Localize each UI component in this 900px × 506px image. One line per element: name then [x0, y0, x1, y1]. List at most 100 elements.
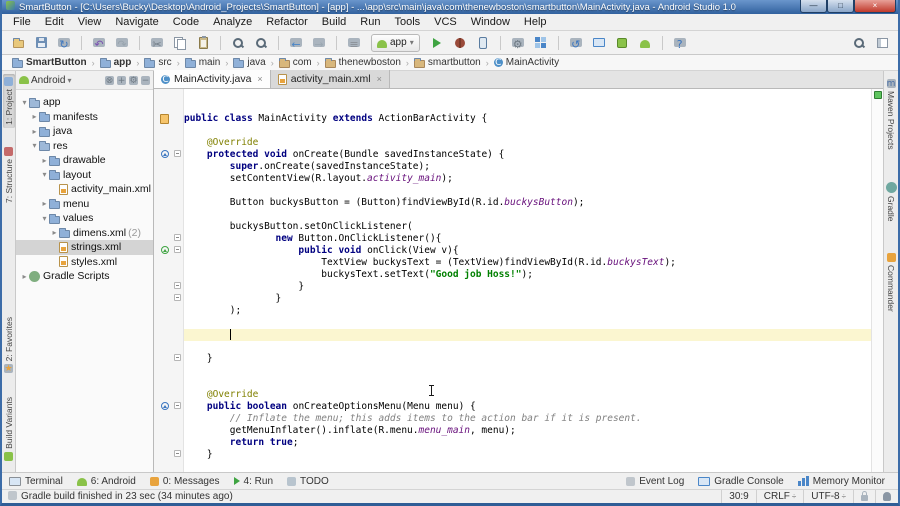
fold-marker-icon[interactable]	[174, 234, 181, 241]
tree-closed-arrow-icon[interactable]: ▸	[20, 272, 29, 281]
code-line-1[interactable]	[184, 101, 871, 113]
tree-item-gradle-scripts[interactable]: ▸ Gradle Scripts	[16, 269, 153, 284]
open-button[interactable]	[8, 33, 28, 53]
toolwindow-button-build-variants[interactable]: Build Variants	[3, 394, 15, 464]
project-mode-selector[interactable]: Android	[31, 75, 65, 86]
breadcrumb-item-smartbutton[interactable]: smartbutton	[412, 57, 483, 68]
code-line-8[interactable]	[184, 185, 871, 197]
tool-button-6-android[interactable]: 6: Android	[70, 476, 143, 487]
code-line-31[interactable]	[184, 461, 871, 472]
run-button[interactable]	[427, 33, 447, 53]
debug-button[interactable]	[450, 33, 470, 53]
code-line-10[interactable]	[184, 209, 871, 221]
sync-button[interactable]: ↻	[54, 33, 74, 53]
paste-button[interactable]	[193, 33, 213, 53]
code-line-23[interactable]	[184, 365, 871, 377]
sdk-manager-button[interactable]	[612, 33, 632, 53]
menu-code[interactable]: Code	[166, 15, 206, 29]
line-separator-widget[interactable]: CRLF ÷	[755, 490, 804, 503]
maximize-button[interactable]: □	[827, 0, 854, 13]
fold-end-marker-icon[interactable]	[174, 282, 181, 289]
tree-item-app[interactable]: ▾ app	[16, 95, 153, 110]
help-button[interactable]: ?	[670, 33, 690, 53]
code-line-25[interactable]: @Override	[184, 389, 871, 401]
minimize-button[interactable]: —	[800, 0, 827, 13]
editor-tab-activity_main-xml[interactable]: activity_main.xml ×	[270, 70, 390, 88]
fold-marker-icon[interactable]	[174, 246, 181, 253]
toolwindow-button-maven-projects[interactable]: m Maven Projects	[885, 76, 897, 153]
code-line-16[interactable]: }	[184, 281, 871, 293]
fold-end-marker-icon[interactable]	[174, 354, 181, 361]
title-bar[interactable]: SmartButton - [C:\Users\Bucky\Desktop\An…	[2, 0, 898, 14]
code-line-6[interactable]: super.onCreate(savedInstanceState);	[184, 161, 871, 173]
code-line-11[interactable]: buckysButton.setOnClickListener(	[184, 221, 871, 233]
tree-item-java[interactable]: ▸ java	[16, 124, 153, 139]
menu-window[interactable]: Window	[464, 15, 517, 29]
tree-closed-arrow-icon[interactable]: ▸	[30, 112, 39, 121]
code-line-28[interactable]: getMenuInflater().inflate(R.menu.menu_ma…	[184, 425, 871, 437]
menu-build[interactable]: Build	[315, 15, 353, 29]
fold-end-marker-icon[interactable]	[174, 450, 181, 457]
run-configuration-dropdown[interactable]: app ▾	[371, 33, 420, 52]
close-button[interactable]: ×	[854, 0, 896, 13]
tool-button-todo[interactable]: TODO	[280, 476, 336, 487]
toolwindow-button-gradle[interactable]: Gradle	[885, 179, 898, 225]
tree-open-arrow-icon[interactable]: ▾	[30, 141, 39, 150]
sync-gradle-button[interactable]: ↺	[566, 33, 586, 53]
readonly-lock-widget[interactable]	[853, 490, 875, 503]
toolwindow-button-2-favorites[interactable]: 2: Favorites ★	[3, 314, 15, 376]
tool-button-event-log[interactable]: Event Log	[619, 476, 691, 487]
cut-button[interactable]: ✂	[147, 33, 167, 53]
breadcrumb-item-smartbutton[interactable]: SmartButton	[10, 57, 89, 68]
save-button[interactable]	[31, 33, 51, 53]
tree-open-arrow-icon[interactable]: ▾	[40, 170, 49, 179]
fold-end-marker-icon[interactable]	[174, 294, 181, 301]
code-line-3[interactable]	[184, 125, 871, 137]
toolwindow-button-1-project[interactable]: 1: Project	[2, 74, 15, 128]
forward-button[interactable]: →	[309, 33, 329, 53]
tree-item-values[interactable]: ▾ values	[16, 211, 153, 226]
tree-closed-arrow-icon[interactable]: ▸	[30, 127, 39, 136]
tree-open-arrow-icon[interactable]: ▾	[40, 214, 49, 223]
tree-item-layout[interactable]: ▾ layout	[16, 168, 153, 183]
code-line-26[interactable]: public boolean onCreateOptionsMenu(Menu …	[184, 401, 871, 413]
code-line-22[interactable]: }	[184, 353, 871, 365]
back-button[interactable]: ←	[286, 33, 306, 53]
editor-gutter[interactable]	[154, 89, 184, 472]
code-line-14[interactable]: TextView buckysText = (TextView)findView…	[184, 257, 871, 269]
tree-item-res[interactable]: ▾ res	[16, 139, 153, 154]
tree-closed-arrow-icon[interactable]: ▸	[40, 199, 49, 208]
tree-closed-arrow-icon[interactable]: ▸	[50, 228, 59, 237]
sort-lines-button[interactable]: ≡	[344, 33, 364, 53]
menu-vcs[interactable]: VCS	[427, 15, 464, 29]
tool-button-terminal[interactable]: Terminal	[2, 476, 70, 487]
editor[interactable]: public class MainActivity extends Action…	[154, 89, 883, 472]
toolwindow-button-7-structure[interactable]: 7: Structure	[3, 144, 15, 206]
collapse-all-button[interactable]: ⊗	[105, 75, 114, 86]
tree-item-activity_main-xml[interactable]: activity_main.xml	[16, 182, 153, 197]
hector-inspector-widget[interactable]	[875, 490, 898, 503]
tree-item-manifests[interactable]: ▸ manifests	[16, 110, 153, 125]
breadcrumb-item-thenewboston[interactable]: thenewboston	[323, 57, 403, 68]
inspection-status-square[interactable]	[874, 91, 882, 99]
menu-refactor[interactable]: Refactor	[259, 15, 315, 29]
menu-file[interactable]: File	[6, 15, 38, 29]
breadcrumb-item-com[interactable]: com	[277, 57, 314, 68]
search-button[interactable]	[849, 33, 869, 53]
tool-button-4-run[interactable]: 4: Run	[227, 476, 280, 487]
encoding-widget[interactable]: UTF-8 ÷	[803, 490, 853, 503]
code-line-4[interactable]: @Override	[184, 137, 871, 149]
tree-item-strings-xml[interactable]: strings.xml	[16, 240, 153, 255]
code-line-19[interactable]	[184, 317, 871, 329]
code-line-24[interactable]	[184, 377, 871, 389]
code-line-0[interactable]	[184, 89, 871, 101]
code-line-17[interactable]: }	[184, 293, 871, 305]
code-line-30[interactable]: }	[184, 449, 871, 461]
tool-button-memory-monitor[interactable]: Memory Monitor	[791, 476, 892, 487]
tree-closed-arrow-icon[interactable]: ▸	[40, 156, 49, 165]
tab-close-icon[interactable]: ×	[377, 74, 382, 84]
settings-button[interactable]: ⚙	[508, 33, 528, 53]
breadcrumb-item-app[interactable]: app	[98, 57, 134, 68]
avd-manager-button[interactable]	[635, 33, 655, 53]
find-button[interactable]	[228, 33, 248, 53]
